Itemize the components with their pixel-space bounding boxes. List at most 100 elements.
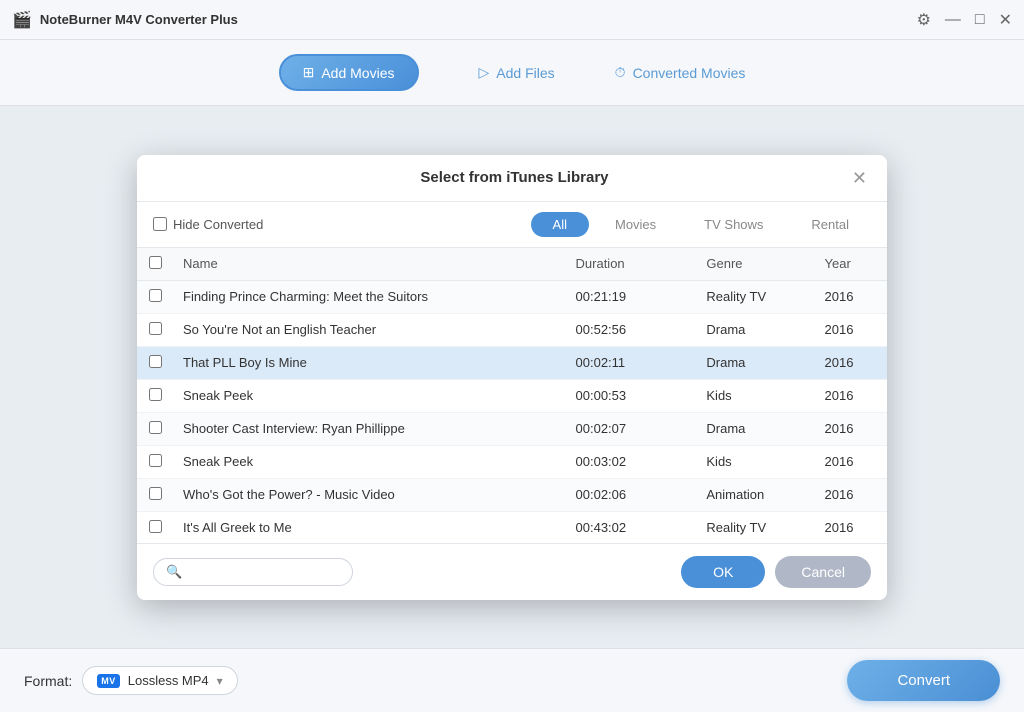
row-year: 2016 [815, 412, 888, 445]
table-row[interactable]: That PLL Boy Is Mine00:02:11Drama2016 [137, 346, 887, 379]
modal-header: Select from iTunes Library ✕ [137, 155, 887, 202]
table-header-genre: Genre [696, 248, 814, 281]
row-year: 2016 [815, 445, 888, 478]
format-label: Format: [24, 673, 72, 689]
maximize-icon[interactable]: □ [975, 11, 985, 29]
add-files-button[interactable]: ▷ Add Files [479, 64, 555, 81]
modal-close-button[interactable]: ✕ [852, 169, 867, 187]
format-dropdown[interactable]: MV Lossless MP4 ▾ [82, 666, 237, 695]
modal-footer: 🔍 OK Cancel [137, 543, 887, 600]
table-row[interactable]: Who's Got the Power? - Music Video00:02:… [137, 478, 887, 511]
table-header-duration: Duration [566, 248, 697, 281]
row-checkbox[interactable] [149, 355, 162, 368]
row-year: 2016 [815, 346, 888, 379]
table-row[interactable]: Shooter Cast Interview: Ryan Phillippe00… [137, 412, 887, 445]
modal-title: Select from iTunes Library [177, 169, 852, 186]
table-row[interactable]: It's All Greek to Me00:43:02Reality TV20… [137, 511, 887, 543]
row-year: 2016 [815, 313, 888, 346]
itunes-library-modal: Select from iTunes Library ✕ Hide Conver… [137, 155, 887, 600]
row-name: Sneak Peek [173, 379, 566, 412]
library-table-scroll[interactable]: Name Duration Genre Year Finding Prince … [137, 248, 887, 543]
row-checkbox-cell [137, 379, 173, 412]
row-duration: 00:43:02 [566, 511, 697, 543]
table-header-checkbox [137, 248, 173, 281]
row-year: 2016 [815, 478, 888, 511]
row-name: Who's Got the Power? - Music Video [173, 478, 566, 511]
row-checkbox[interactable] [149, 421, 162, 434]
format-section: Format: MV Lossless MP4 ▾ [24, 666, 238, 695]
footer-buttons: OK Cancel [681, 556, 871, 588]
add-files-icon: ▷ [479, 64, 490, 81]
toolbar: ⊞ Add Movies ▷ Add Files ⏱ Converted Mov… [0, 40, 1024, 106]
row-genre: Drama [696, 313, 814, 346]
table-row[interactable]: So You're Not an English Teacher00:52:56… [137, 313, 887, 346]
row-checkbox[interactable] [149, 289, 162, 302]
row-duration: 00:21:19 [566, 280, 697, 313]
row-duration: 00:00:53 [566, 379, 697, 412]
table-header-row: Name Duration Genre Year [137, 248, 887, 281]
row-duration: 00:02:11 [566, 346, 697, 379]
row-genre: Animation [696, 478, 814, 511]
hide-converted-checkbox[interactable] [153, 217, 167, 231]
row-genre: Kids [696, 379, 814, 412]
filter-tab-all[interactable]: All [531, 212, 589, 237]
filter-row: Hide Converted All Movies TV Shows Renta… [137, 202, 887, 248]
row-genre: Reality TV [696, 511, 814, 543]
row-checkbox[interactable] [149, 388, 162, 401]
row-checkbox-cell [137, 346, 173, 379]
add-movies-button[interactable]: ⊞ Add Movies [279, 54, 419, 91]
format-badge: MV [97, 674, 120, 688]
app-title-area: 🎬 NoteBurner M4V Converter Plus [12, 10, 238, 30]
table-row[interactable]: Sneak Peek00:03:02Kids2016 [137, 445, 887, 478]
converted-movies-button[interactable]: ⏱ Converted Movies [615, 64, 746, 81]
table-header-year: Year [815, 248, 888, 281]
table-row[interactable]: Finding Prince Charming: Meet the Suitor… [137, 280, 887, 313]
row-name: Shooter Cast Interview: Ryan Phillippe [173, 412, 566, 445]
table-row[interactable]: Sneak Peek00:00:53Kids2016 [137, 379, 887, 412]
settings-icon[interactable]: ⚙ [917, 10, 931, 30]
table-header-name: Name [173, 248, 566, 281]
row-checkbox-cell [137, 412, 173, 445]
row-duration: 00:02:06 [566, 478, 697, 511]
search-box[interactable]: 🔍 [153, 558, 353, 586]
converted-movies-label: Converted Movies [633, 65, 746, 81]
library-table-container: Name Duration Genre Year Finding Prince … [137, 248, 887, 543]
row-checkbox[interactable] [149, 487, 162, 500]
converted-movies-icon: ⏱ [615, 64, 626, 81]
filter-tab-tvshows[interactable]: TV Shows [682, 212, 785, 237]
row-checkbox-cell [137, 280, 173, 313]
row-year: 2016 [815, 379, 888, 412]
row-checkbox-cell [137, 511, 173, 543]
row-name: It's All Greek to Me [173, 511, 566, 543]
title-bar: 🎬 NoteBurner M4V Converter Plus ⚙ — □ ✕ [0, 0, 1024, 40]
row-checkbox[interactable] [149, 322, 162, 335]
close-icon[interactable]: ✕ [999, 10, 1012, 30]
row-duration: 00:02:07 [566, 412, 697, 445]
row-duration: 00:03:02 [566, 445, 697, 478]
hide-converted-label[interactable]: Hide Converted [153, 217, 263, 232]
minimize-icon[interactable]: — [945, 11, 961, 29]
add-movies-icon: ⊞ [303, 64, 315, 81]
chevron-down-icon: ▾ [217, 674, 223, 688]
ok-button[interactable]: OK [681, 556, 765, 588]
filter-tab-movies[interactable]: Movies [593, 212, 678, 237]
row-checkbox-cell [137, 478, 173, 511]
modal-overlay: Select from iTunes Library ✕ Hide Conver… [0, 106, 1024, 648]
convert-button[interactable]: Convert [847, 660, 1000, 701]
select-all-checkbox[interactable] [149, 256, 162, 269]
window-controls: ⚙ — □ ✕ [917, 10, 1012, 30]
row-checkbox[interactable] [149, 520, 162, 533]
row-checkbox-cell [137, 445, 173, 478]
bottom-bar: Format: MV Lossless MP4 ▾ Convert [0, 648, 1024, 712]
row-genre: Reality TV [696, 280, 814, 313]
row-name: Sneak Peek [173, 445, 566, 478]
row-duration: 00:52:56 [566, 313, 697, 346]
main-area: Select from iTunes Library ✕ Hide Conver… [0, 106, 1024, 648]
add-files-label: Add Files [496, 65, 554, 81]
search-icon: 🔍 [166, 564, 182, 580]
row-checkbox[interactable] [149, 454, 162, 467]
cancel-button[interactable]: Cancel [775, 556, 871, 588]
search-input[interactable] [188, 564, 340, 579]
filter-tab-rental[interactable]: Rental [789, 212, 871, 237]
row-genre: Kids [696, 445, 814, 478]
